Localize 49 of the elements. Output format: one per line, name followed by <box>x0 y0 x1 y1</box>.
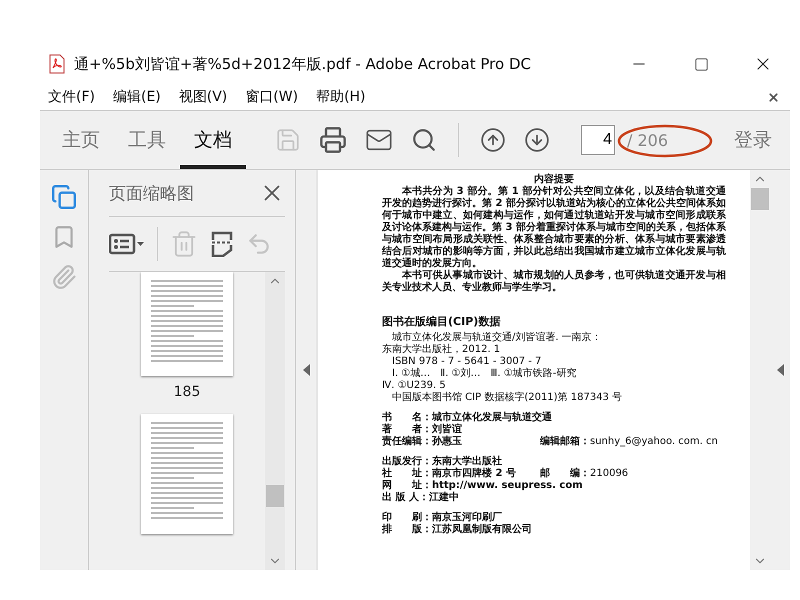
document-text: 中国版本图书馆 CIP 数据核字(2011)第 187343 号 <box>391 392 624 404</box>
menu-item[interactable]: 帮助(H) <box>316 88 366 106</box>
expand-arrow-icon[interactable] <box>776 364 784 376</box>
sign-in-button[interactable]: 登录 <box>728 126 778 154</box>
document-field: 著 者：刘皆谊 <box>382 424 540 436</box>
menu-item[interactable]: 窗口(W) <box>245 88 298 106</box>
document-paragraph: 本书可供从事城市设计、城市规划的人员参考，也可供轨道交通开发与相关专业技术人员、专业教师与学生学习。 <box>382 270 726 294</box>
document-text: Ⅰ. ①城… Ⅱ. ①刘… Ⅲ. ①城市铁路-研究 <box>391 368 578 380</box>
document-text: 城市立体化发展与轨道交通/刘皆谊著. 一南京： <box>391 332 603 344</box>
options-menu-icon[interactable] <box>109 233 145 255</box>
document-field: 出 版 人：江建中 <box>382 492 540 504</box>
document-field: 排 版：江苏凤凰制版有限公司 <box>382 524 540 536</box>
document-text: Ⅳ. ①U239. 5 <box>382 380 447 392</box>
menu-item[interactable]: 视图(V) <box>178 88 228 106</box>
scrollbar[interactable] <box>265 272 285 570</box>
scroll-thumb[interactable] <box>751 188 769 210</box>
pdf-file-icon <box>48 54 66 74</box>
document-text: 东南大学出版社，2012. 1 <box>382 344 502 356</box>
scrollbar[interactable] <box>750 170 770 570</box>
page-thumbnail[interactable] <box>141 272 233 376</box>
page-number-label: 185 <box>174 384 200 400</box>
document-field: 责任编辑：孙惠玉 <box>382 436 540 448</box>
toolbar-tab[interactable]: 工具 <box>114 111 180 169</box>
document-field: 书 名：城市立体化发展与轨道交通 <box>382 412 560 424</box>
document-field: 印 刷：南京玉河印刷厂 <box>382 512 540 524</box>
collapse-arrow-icon[interactable] <box>302 364 310 376</box>
document-text: ISBN 978 - 7 - 5641 - 3007 - 7 <box>391 356 542 368</box>
document-paragraph: 本书共分为 3 部分。第 1 部分针对公共空间立体化，以及结合轨道交通开发的趋势进行探讨。第 2 部分探讨以轨道站为核心的立体化公共空间体系如何于城市中建立、如何建构与运作，如何通过轨道站开发与城市空间形成联系及讨论体系建构与运作。第 3 部分着重探讨体系与城市空间的关系，包括体系与城市空间布局形成关联性、体系整合城市要素的分析、体系与城市要素渗透结合后对城市的影响等方面，并以此总结出我国城市建立城市立体化发展与轨道交通时的发展方向。 <box>382 186 726 269</box>
document-field: 社 址：南京市四牌楼 2 号 <box>382 468 540 480</box>
document-field: 网 址：http://www. seupress. com <box>382 480 591 492</box>
maximize-icon[interactable] <box>694 56 708 72</box>
scroll-thumb[interactable] <box>266 485 284 507</box>
extract-pages-icon[interactable] <box>210 231 234 257</box>
document-field: 邮 编：210096 <box>540 468 636 480</box>
document-heading: 图书在版编目(CIP)数据 <box>382 316 502 328</box>
paperclip-icon[interactable] <box>51 264 77 290</box>
panel-title: 页面缩略图 <box>109 182 194 204</box>
menu-item[interactable]: 编辑(E) <box>112 88 161 106</box>
menu-item[interactable]: 文件(F) <box>48 88 95 106</box>
document-title: 内容提要 <box>533 174 575 186</box>
page-thumbnail[interactable] <box>141 414 233 534</box>
document-field: 出版发行：东南大学出版社 <box>382 456 540 468</box>
document-field: 编辑邮箱：sunhy_6@yahoo. com. cn <box>540 436 726 448</box>
pages-icon[interactable] <box>51 184 77 210</box>
toolbar-tab[interactable]: 主页 <box>48 111 114 169</box>
window-title: 通+%5b刘皆谊+著%5d+2012年版.pdf - Adobe Acrobat Pro DC <box>74 54 532 74</box>
page-total: / 206 <box>627 130 668 150</box>
page-number-field[interactable]: 4 <box>581 125 615 155</box>
close-icon[interactable] <box>767 90 780 104</box>
